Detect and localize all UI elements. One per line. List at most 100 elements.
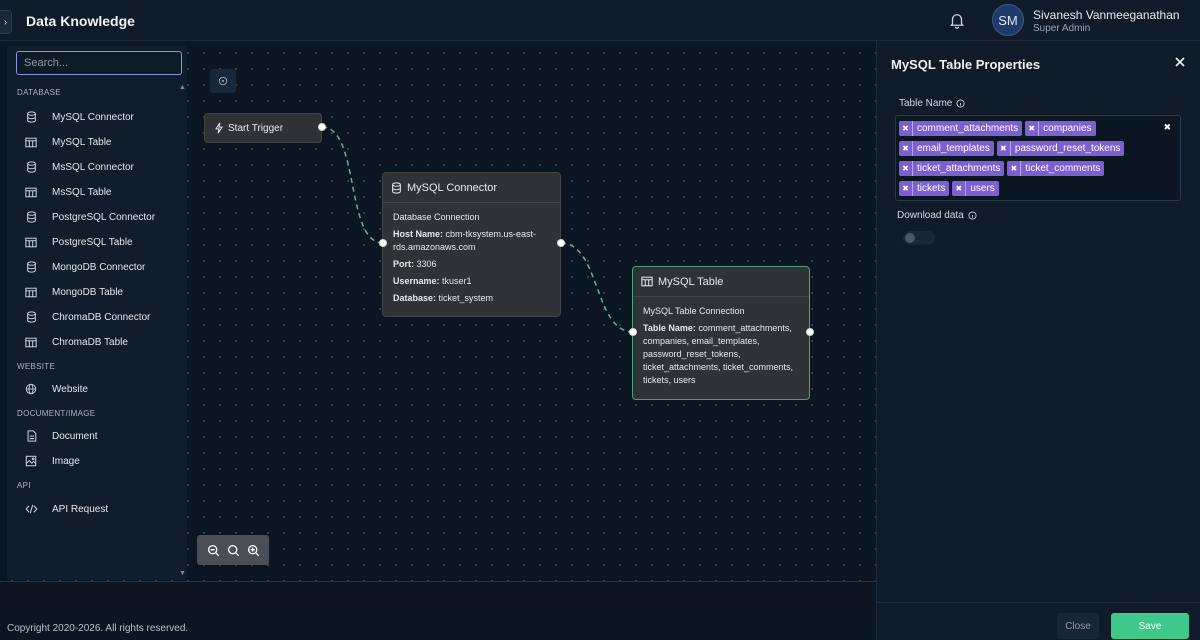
palette-item-label: PostgreSQL Connector — [52, 211, 156, 223]
remove-tag-icon[interactable]: ✖ — [1025, 121, 1040, 136]
node-body: MySQL Table Connection Table Name: comme… — [633, 297, 809, 395]
download-label-text: Download data — [897, 210, 964, 221]
help-icon — [218, 76, 228, 86]
palette-item-mongodb-table[interactable]: MongoDB Table — [17, 281, 177, 303]
info-icon[interactable] — [968, 211, 977, 220]
zoom-reset-icon[interactable] — [225, 542, 241, 558]
avatar[interactable]: SM — [992, 4, 1024, 36]
palette-item-mssql-connector[interactable]: MsSQL Connector — [17, 156, 177, 178]
palette-item-label: Document — [52, 430, 98, 442]
scroll-up-arrow[interactable]: ▲ — [179, 84, 186, 91]
download-data-label: Download data — [897, 210, 977, 221]
node-subtitle: MySQL Table Connection — [643, 306, 745, 316]
table-icon — [641, 276, 653, 287]
start-trigger-node[interactable]: Start Trigger — [204, 113, 322, 143]
scroll-down-arrow[interactable]: ▼ — [179, 570, 186, 577]
remove-tag-icon[interactable]: ✖ — [1007, 161, 1022, 176]
tag-list: ✖ comment_attachments ✖ companies ✖ email_tem… — [899, 121, 1154, 201]
tables-label: Table Name: — [643, 323, 696, 333]
save-button[interactable]: Save — [1111, 613, 1189, 639]
palette-item-label: ChromaDB Connector — [52, 311, 151, 323]
mysql-table-node[interactable]: MySQL Table MySQL Table Connection Table… — [632, 266, 810, 400]
database-icon — [24, 210, 38, 224]
table-input-handle[interactable] — [629, 328, 637, 336]
node-header: MySQL Connector — [383, 173, 560, 203]
globe-icon — [24, 382, 38, 396]
zoom-controls — [197, 535, 269, 565]
tag-label: users — [970, 183, 995, 194]
palette-item-label: PostgreSQL Table — [52, 236, 133, 248]
remove-tag-icon[interactable]: ✖ — [899, 161, 913, 176]
palette-item-postgresql-table[interactable]: PostgreSQL Table — [17, 231, 177, 253]
zoom-in-icon[interactable] — [245, 542, 261, 558]
palette-item-mssql-table[interactable]: MsSQL Table — [17, 181, 177, 203]
node-body: Database Connection Host Name: cbm-tksys… — [383, 203, 560, 313]
tag-label: ticket_attachments — [917, 163, 1001, 174]
close-icon[interactable] — [1174, 55, 1188, 69]
search-input[interactable] — [16, 51, 182, 75]
remove-tag-icon[interactable]: ✖ — [899, 121, 913, 136]
palette-item-mongodb-connector[interactable]: MongoDB Connector — [17, 256, 177, 278]
table-tag[interactable]: ✖ comment_attachments — [899, 121, 1023, 136]
table-tag[interactable]: ✖ email_templates — [899, 141, 994, 156]
table-icon — [24, 135, 38, 149]
database-row: Database: ticket_system — [393, 292, 550, 305]
bell-icon[interactable] — [948, 11, 966, 29]
image-icon — [24, 454, 38, 468]
database-icon — [24, 260, 38, 274]
remove-tag-icon[interactable]: ✖ — [997, 141, 1011, 156]
table-name-label-text: Table Name — [899, 98, 953, 109]
node-header: MySQL Table — [633, 267, 809, 297]
palette-item-label: ChromaDB Table — [52, 336, 128, 348]
connector-output-handle[interactable] — [557, 239, 565, 247]
tag-label: companies — [1043, 123, 1092, 134]
palette-item-chromadb-table[interactable]: ChromaDB Table — [17, 331, 177, 353]
palette-item-website[interactable]: Website — [17, 378, 177, 400]
clear-all-icon[interactable]: ✖ — [1163, 122, 1171, 133]
palette-item-label: MySQL Table — [52, 136, 112, 148]
palette-item-mysql-connector[interactable]: MySQL Connector — [17, 106, 177, 128]
tag-label: email_templates — [917, 143, 990, 154]
table-name-multiselect[interactable]: ✖ comment_attachments ✖ companies ✖ email_tem… — [895, 115, 1181, 201]
start-output-handle[interactable] — [318, 123, 326, 131]
connector-input-handle[interactable] — [379, 239, 387, 247]
download-data-toggle[interactable] — [903, 231, 935, 245]
palette-item-mysql-table[interactable]: MySQL Table — [17, 131, 177, 153]
table-tag[interactable]: ✖ ticket_attachments — [899, 161, 1005, 176]
palette-item-postgresql-connector[interactable]: PostgreSQL Connector — [17, 206, 177, 228]
palette-item-api-request[interactable]: API Request — [17, 498, 177, 520]
node-title: Start Trigger — [228, 122, 284, 134]
palette-item-chromadb-connector[interactable]: ChromaDB Connector — [17, 306, 177, 328]
mysql-connector-node[interactable]: MySQL Connector Database Connection Host… — [382, 172, 561, 317]
table-icon — [24, 235, 38, 249]
info-icon[interactable] — [956, 99, 965, 108]
palette-item-label: MsSQL Connector — [52, 161, 134, 173]
table-icon — [24, 185, 38, 199]
remove-tag-icon[interactable]: ✖ — [952, 181, 967, 196]
table-tag[interactable]: ✖ tickets — [899, 181, 950, 196]
close-button[interactable]: Close — [1057, 613, 1099, 639]
palette-item-label: Website — [52, 383, 88, 395]
copyright-text: Copyright 2020-2026. All rights reserved… — [7, 623, 189, 634]
table-output-handle[interactable] — [806, 328, 814, 336]
table-tag[interactable]: ✖ companies — [1025, 121, 1096, 136]
palette-item-label: MySQL Connector — [52, 111, 134, 123]
remove-tag-icon[interactable]: ✖ — [899, 181, 913, 196]
palette-item-label: MongoDB Table — [52, 286, 123, 298]
zoom-out-icon[interactable] — [205, 542, 221, 558]
lightning-icon — [214, 122, 224, 134]
help-button[interactable] — [210, 69, 236, 93]
toggle-knob — [905, 233, 915, 243]
table-tag[interactable]: ✖ users — [952, 181, 999, 196]
palette-item-document[interactable]: Document — [17, 425, 177, 447]
port-row: Port: 3306 — [393, 258, 550, 271]
edge-connector-to-table — [560, 242, 634, 333]
table-tag[interactable]: ✖ ticket_comments — [1007, 161, 1105, 176]
panel-footer: Close Save — [877, 602, 1200, 640]
remove-tag-icon[interactable]: ✖ — [899, 141, 913, 156]
palette-item-image[interactable]: Image — [17, 450, 177, 472]
host-label: Host Name: — [393, 229, 444, 239]
table-tag[interactable]: ✖ password_reset_tokens — [996, 141, 1125, 156]
tag-label: tickets — [917, 183, 946, 194]
table-name-label: Table Name — [899, 98, 965, 109]
